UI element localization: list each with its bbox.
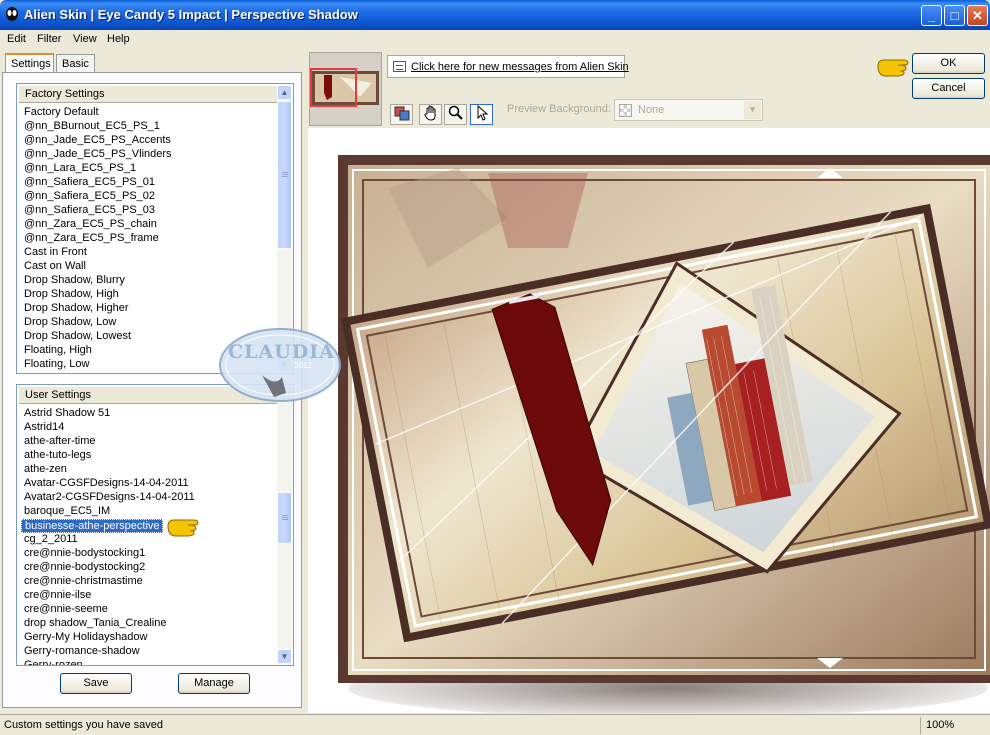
list-item[interactable]: Avatar-CGSFDesigns-14-04-2011: [21, 477, 195, 491]
watermark-year: 2012: [294, 361, 312, 370]
magnifier-icon: [448, 105, 463, 120]
zoom-level: 100%: [920, 717, 986, 734]
list-item[interactable]: drop shadow_Tania_Crealine: [21, 617, 195, 631]
list-item[interactable]: @nn_Lara_EC5_PS_1: [21, 162, 172, 176]
list-item[interactable]: cre@nnie-bodystocking2: [21, 561, 195, 575]
menu-view[interactable]: View: [73, 33, 97, 45]
list-item[interactable]: @nn_Safiera_EC5_PS_02: [21, 190, 172, 204]
hand-icon: [423, 105, 435, 121]
message-icon: [393, 61, 406, 72]
preview-image: [308, 128, 990, 713]
list-item[interactable]: @nn_Safiera_EC5_PS_01: [21, 176, 172, 190]
list-item[interactable]: Drop Shadow, Higher: [21, 302, 172, 316]
list-item[interactable]: Drop Shadow, Lowest: [21, 330, 172, 344]
list-item[interactable]: athe-zen: [21, 463, 195, 477]
list-item[interactable]: Drop Shadow, Blurry: [21, 274, 172, 288]
list-item[interactable]: Gerry-rozen: [21, 659, 195, 665]
watermark-text: CLAUDIA: [228, 341, 335, 363]
list-item[interactable]: @nn_Safiera_EC5_PS_03: [21, 204, 172, 218]
list-item[interactable]: cre@nnie-ilse: [21, 589, 195, 603]
list-item[interactable]: Floating, Low: [21, 358, 172, 372]
list-item[interactable]: businesse-athe-perspective: [21, 519, 163, 533]
list-item[interactable]: @nn_Zara_EC5_PS_frame: [21, 232, 172, 246]
ok-button[interactable]: OK: [912, 53, 985, 74]
list-item[interactable]: Drop Shadow, Low: [21, 316, 172, 330]
title-bar: Alien Skin | Eye Candy 5 Impact | Perspe…: [0, 0, 990, 30]
save-button[interactable]: Save: [60, 673, 132, 694]
list-item[interactable]: Cast on Wall: [21, 260, 172, 274]
list-item[interactable]: Drop Shadow, High: [21, 288, 172, 302]
watermark-badge: [219, 328, 341, 402]
tab-basic[interactable]: Basic: [56, 54, 95, 73]
transparent-swatch-icon: [619, 104, 632, 117]
chevron-down-icon[interactable]: ▼: [744, 101, 761, 119]
preview-background-select[interactable]: None ▼: [614, 99, 763, 121]
list-item[interactable]: Gerry-My Holidayshadow: [21, 631, 195, 645]
minimize-button[interactable]: _: [921, 5, 942, 26]
menu-bar: Edit Filter View Help: [0, 30, 990, 50]
list-item[interactable]: athe-after-time: [21, 435, 195, 449]
thumbnail-image: [310, 53, 381, 125]
preview-canvas[interactable]: [308, 128, 990, 713]
list-item[interactable]: @nn_Jade_EC5_PS_Accents: [21, 134, 172, 148]
list-item[interactable]: Avatar2-CGSFDesigns-14-04-2011: [21, 491, 195, 505]
scroll-down-arrow[interactable]: ▼: [277, 649, 292, 664]
claudia-watermark: CLAUDIA 2012: [218, 327, 342, 403]
preview-toggle-tool[interactable]: [390, 104, 413, 125]
status-bar: Custom settings you have saved 100%: [0, 714, 990, 735]
list-item[interactable]: Gerry-romance-shadow: [21, 645, 195, 659]
menu-filter[interactable]: Filter: [37, 33, 61, 45]
list-item[interactable]: @nn_BBurnout_EC5_PS_1: [21, 120, 172, 134]
close-button[interactable]: ✕: [967, 5, 988, 26]
list-item[interactable]: athe-tuto-legs: [21, 449, 195, 463]
preview-background-value: None: [638, 104, 665, 116]
alien-skin-icon: [6, 7, 18, 21]
list-item[interactable]: cre@nnie-bodystocking1: [21, 547, 195, 561]
navigator-thumbnail[interactable]: [309, 52, 382, 126]
zoom-tool[interactable]: [444, 104, 467, 125]
scroll-up-arrow[interactable]: ▲: [277, 85, 292, 100]
messages-box[interactable]: Click here for new messages from Alien S…: [387, 55, 629, 78]
list-item[interactable]: @nn_Jade_EC5_PS_Vlinders: [21, 148, 172, 162]
list-item[interactable]: Astrid Shadow 51: [21, 407, 195, 421]
preview-background-label: Preview Background:: [507, 103, 611, 115]
list-item[interactable]: cre@nnie-christmastime: [21, 575, 195, 589]
list-item[interactable]: Astrid14: [21, 421, 195, 435]
list-item[interactable]: Cast in Front: [21, 246, 172, 260]
pointer-tool[interactable]: [470, 104, 493, 125]
hand-tool[interactable]: [419, 104, 442, 125]
manage-button[interactable]: Manage: [178, 673, 250, 694]
list-item[interactable]: cre@nnie-seeme: [21, 603, 195, 617]
user-settings-list[interactable]: User Settings Astrid Shadow 51 Astrid14 at…: [16, 384, 294, 666]
arrow-cursor-icon: [477, 104, 488, 121]
scroll-thumb[interactable]: [277, 492, 292, 544]
tab-settings[interactable]: Settings: [5, 53, 54, 73]
list-item[interactable]: @nn_Zara_EC5_PS_chain: [21, 218, 172, 232]
hand-pointer-icon: [877, 59, 909, 77]
list-item[interactable]: Factory Default: [21, 106, 172, 120]
messages-link[interactable]: Click here for new messages from Alien S…: [411, 61, 629, 73]
menu-help[interactable]: Help: [107, 33, 130, 45]
hand-pointer-icon: [167, 519, 199, 537]
user-scrollbar[interactable]: ▲ ▼: [277, 386, 292, 664]
menu-edit[interactable]: Edit: [7, 33, 26, 45]
maximize-button[interactable]: □: [944, 5, 965, 26]
factory-settings-items: Factory Default @nn_BBurnout_EC5_PS_1 @nn_…: [21, 106, 172, 372]
status-text: Custom settings you have saved: [4, 719, 163, 731]
scroll-thumb[interactable]: [277, 101, 292, 249]
window-title: Alien Skin | Eye Candy 5 Impact | Perspe…: [24, 7, 358, 22]
before-after-icon: [394, 106, 409, 121]
factory-settings-header: Factory Settings: [19, 86, 277, 103]
cancel-button[interactable]: Cancel: [912, 78, 985, 99]
list-item[interactable]: Floating, High: [21, 344, 172, 358]
